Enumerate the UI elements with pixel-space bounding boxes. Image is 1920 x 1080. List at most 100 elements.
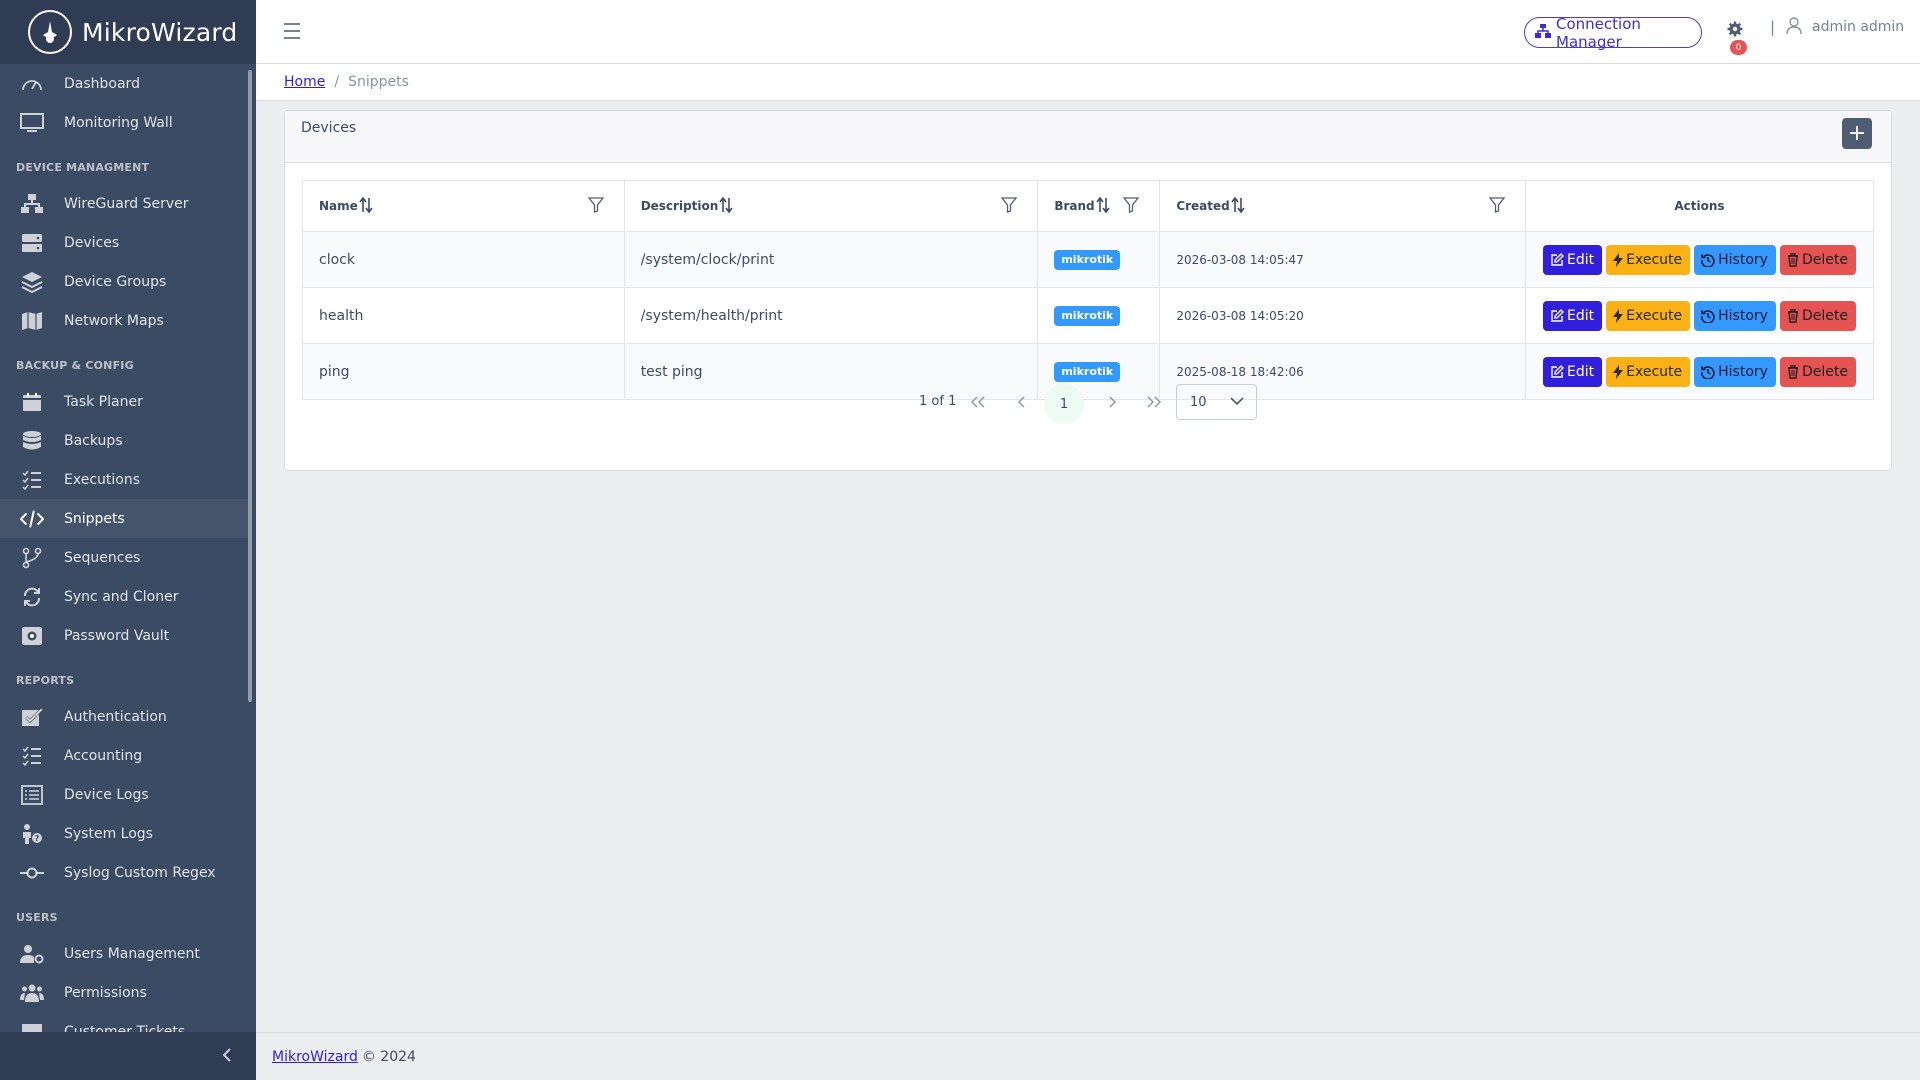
sidebar: MikroWizard Dashboard Monitoring Wall DE… (0, 0, 256, 1080)
calendar-icon (20, 390, 44, 414)
table-header-row: Name Description Brand Created Actions (302, 180, 1875, 232)
edit-button[interactable]: Edit (1543, 300, 1603, 331)
code-icon (20, 507, 44, 531)
sidebar-item-network-maps[interactable]: Network Maps (0, 301, 248, 340)
delete-label: Delete (1801, 363, 1848, 380)
execute-label: Execute (1626, 307, 1683, 324)
edit-icon (1551, 364, 1564, 378)
history-button[interactable]: History (1694, 244, 1776, 275)
sidebar-item-syslog-custom-regex[interactable]: Syslog Custom Regex (0, 853, 248, 892)
sort-icon[interactable] (359, 196, 373, 216)
history-button[interactable]: History (1694, 356, 1776, 387)
delete-label: Delete (1801, 251, 1848, 268)
monitor-icon (20, 111, 44, 135)
next-page-icon[interactable] (1103, 393, 1121, 411)
log-list-icon (20, 783, 44, 807)
sidebar-item-device-logs[interactable]: Device Logs (0, 775, 248, 814)
layers-icon (20, 270, 44, 294)
last-page-icon[interactable] (1145, 393, 1163, 411)
sidebar-item-authentication[interactable]: Authentication (0, 697, 248, 736)
bolt-icon (1613, 308, 1624, 323)
user-name[interactable]: admin admin (1812, 19, 1904, 35)
filter-icon[interactable] (1001, 196, 1018, 216)
nav-section-title: USERS (16, 911, 58, 924)
sidebar-item-label: Device Groups (64, 273, 167, 290)
sort-icon[interactable] (719, 196, 733, 216)
branch-icon (20, 546, 44, 570)
cell-brand: mikrotik (1037, 287, 1161, 344)
trash-icon (1787, 252, 1798, 267)
execute-button[interactable]: Execute (1606, 300, 1691, 331)
brand-badge: mikrotik (1054, 361, 1121, 382)
history-icon (1701, 253, 1715, 267)
sidebar-item-system-logs[interactable]: ? System Logs (0, 814, 248, 853)
sidebar-scrollbar[interactable] (248, 70, 252, 702)
sidebar-item-label: Task Planer (64, 393, 143, 410)
ticket-icon (20, 1020, 44, 1032)
add-snippet-button[interactable]: + (1842, 118, 1872, 149)
sidebar-item-monitoring-wall[interactable]: Monitoring Wall (0, 103, 248, 142)
column-label: Description (640, 199, 719, 213)
cell-actions: Edit Execute History Delete (1524, 287, 1875, 344)
breadcrumb-current: Snippets (348, 74, 409, 90)
cell-actions: Edit Execute History Delete (1524, 231, 1875, 288)
sidebar-item-customer-tickets[interactable]: Customer Tickets (0, 1012, 248, 1032)
filter-icon[interactable] (1488, 196, 1506, 216)
cell-brand: mikrotik (1037, 231, 1161, 288)
sidebar-item-backups[interactable]: Backups (0, 421, 248, 460)
breadcrumb: Home / Snippets (256, 64, 1920, 101)
page-size-value: 10 (1190, 394, 1207, 410)
history-icon (1701, 309, 1715, 323)
connection-manager-button[interactable]: Connection Manager (1524, 15, 1702, 51)
edit-label: Edit (1567, 251, 1595, 268)
sidebar-item-sequences[interactable]: Sequences (0, 538, 248, 577)
sidebar-item-wireguard-server[interactable]: WireGuard Server (0, 184, 248, 223)
map-icon (20, 309, 44, 333)
settings-gear-icon[interactable] (1724, 18, 1746, 40)
sort-icon[interactable] (1231, 196, 1245, 216)
cell-name: clock (302, 231, 625, 288)
menu-toggle-icon[interactable] (282, 20, 302, 42)
sort-icon[interactable] (1096, 196, 1110, 216)
sitemap-icon (1535, 23, 1556, 42)
sidebar-item-password-vault[interactable]: Password Vault (0, 616, 248, 655)
first-page-icon[interactable] (969, 393, 987, 411)
column-header-actions: Actions (1524, 180, 1875, 232)
person-question-icon: ? (20, 822, 44, 846)
edit-button[interactable]: Edit (1543, 244, 1603, 275)
sidebar-collapse-button[interactable] (0, 1032, 256, 1080)
sidebar-item-sync-and-cloner[interactable]: Sync and Cloner (0, 577, 248, 616)
user-icon[interactable] (1786, 17, 1802, 39)
sidebar-item-dashboard[interactable]: Dashboard (0, 64, 248, 103)
history-button[interactable]: History (1694, 300, 1776, 331)
page-size-select[interactable]: 10 (1176, 384, 1257, 420)
page-number-button[interactable]: 1 (1044, 384, 1084, 424)
sidebar-item-task-planer[interactable]: Task Planer (0, 382, 248, 421)
execute-button[interactable]: Execute (1606, 244, 1691, 275)
sidebar-item-devices[interactable]: Devices (0, 223, 248, 262)
filter-icon[interactable] (587, 196, 605, 216)
sidebar-item-device-groups[interactable]: Device Groups (0, 262, 248, 301)
footer-link[interactable]: MikroWizard (272, 1049, 358, 1065)
brand[interactable]: MikroWizard (0, 0, 256, 64)
prev-page-icon[interactable] (1013, 393, 1031, 411)
edit-button[interactable]: Edit (1543, 356, 1603, 387)
breadcrumb-home-link[interactable]: Home (284, 74, 325, 90)
sidebar-item-executions[interactable]: Executions (0, 460, 248, 499)
sidebar-item-users-management[interactable]: Users Management (0, 934, 248, 973)
sidebar-item-label: Sync and Cloner (64, 588, 179, 605)
sidebar-item-label: Authentication (64, 708, 167, 725)
column-header-name: Name (302, 180, 625, 232)
filter-icon[interactable] (1122, 196, 1140, 216)
trash-icon (1787, 364, 1798, 379)
execute-button[interactable]: Execute (1606, 356, 1691, 387)
sidebar-item-permissions[interactable]: Permissions (0, 973, 248, 1012)
page-summary: 1 of 1 (919, 394, 957, 409)
sidebar-item-snippets[interactable]: Snippets (0, 499, 248, 538)
sidebar-item-accounting[interactable]: Accounting (0, 736, 248, 775)
delete-button[interactable]: Delete (1779, 300, 1856, 331)
delete-button[interactable]: Delete (1779, 244, 1856, 275)
sidebar-item-label: Permissions (64, 984, 147, 1001)
footer: MikroWizard © 2024 (256, 1032, 1920, 1080)
delete-button[interactable]: Delete (1779, 356, 1856, 387)
